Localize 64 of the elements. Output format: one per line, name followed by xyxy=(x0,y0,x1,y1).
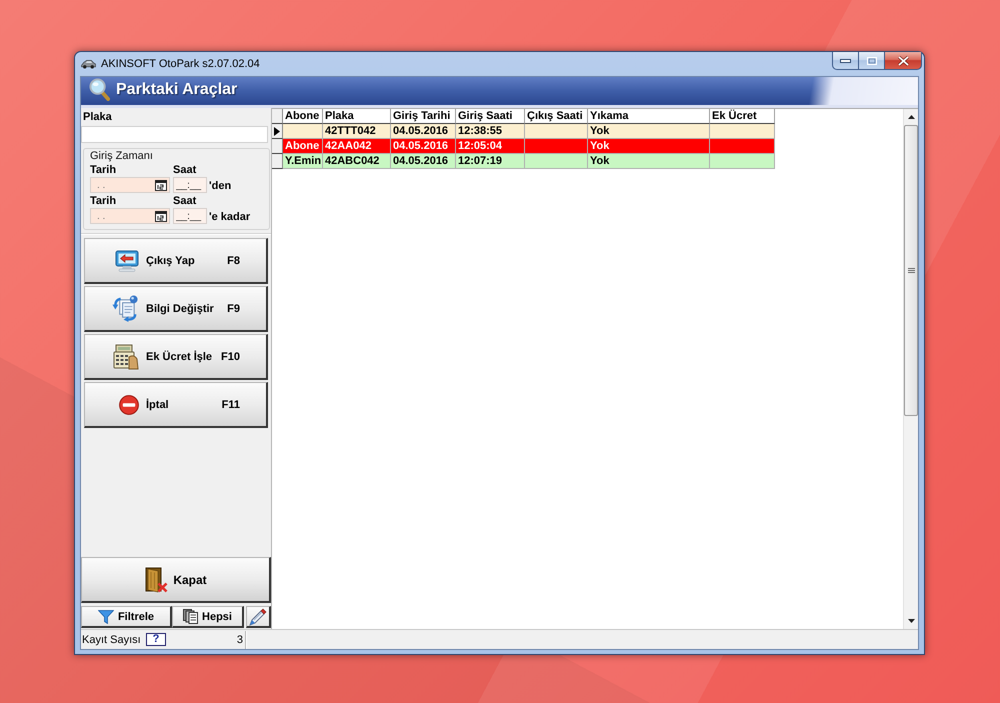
close-button[interactable] xyxy=(884,52,922,70)
toolbar-button[interactable]: Hepsi xyxy=(172,606,244,628)
column-header: Giriş Tarihi xyxy=(391,109,456,124)
grip-icon xyxy=(908,268,914,273)
column-header: Yıkama xyxy=(588,109,710,124)
row-pointer-icon xyxy=(274,126,280,136)
time-label: Saat xyxy=(173,164,196,177)
column-header: Ek Ücret xyxy=(710,109,775,124)
action-button[interactable]: İptal F11 xyxy=(84,382,268,428)
window-title: AKINSOFT OtoPark s2.07.02.04 xyxy=(101,58,260,70)
table-cell: 12:07:19 xyxy=(456,154,525,169)
pencil-button[interactable] xyxy=(246,606,271,628)
group-title: Giriş Zamanı xyxy=(90,150,153,163)
row-indicator[interactable] xyxy=(272,154,283,169)
date-label: Tarih xyxy=(90,164,116,177)
row-indicator[interactable] xyxy=(272,139,283,154)
table-row[interactable]: Y.Emin 42ABC042 04.05.2016 12:07:19 Yok xyxy=(283,154,775,169)
search-icon xyxy=(89,78,110,101)
maximize-button[interactable] xyxy=(858,52,884,70)
no-entry-icon xyxy=(119,394,139,414)
column-header: Çıkış Saati xyxy=(525,109,588,124)
table-cell: 42ABC042 xyxy=(323,154,391,169)
pages-icon xyxy=(183,609,198,624)
minimize-icon xyxy=(840,58,851,62)
scroll-down-icon xyxy=(908,619,914,623)
scrollbar-thumb[interactable] xyxy=(904,125,918,416)
range-suffix: 'e kadar xyxy=(209,211,250,224)
action-button[interactable]: Ek Ücret İşle F10 xyxy=(84,334,268,380)
plate-field[interactable] xyxy=(81,126,268,143)
car-icon xyxy=(81,59,96,69)
range-suffix: 'den xyxy=(209,180,232,193)
header-title: Parktaki Araçlar xyxy=(116,80,238,98)
table-cell: Y.Emin xyxy=(283,154,323,169)
time-field[interactable]: __:__ xyxy=(173,208,207,224)
calculator-icon xyxy=(113,344,139,370)
scroll-up-icon xyxy=(908,115,914,119)
toolbar-button[interactable]: Filtrele xyxy=(81,606,172,628)
time-field[interactable]: __:__ xyxy=(173,177,207,193)
monitor-arrow-icon xyxy=(115,250,139,272)
column-header: Abone xyxy=(283,109,323,124)
time-label: Saat xyxy=(173,195,196,208)
action-button[interactable]: Çıkış Yap F8 xyxy=(84,238,268,284)
record-count: 3 xyxy=(236,634,244,646)
action-button[interactable]: Bilgi Değiştir F9 xyxy=(84,286,268,332)
grid-corner-cell xyxy=(272,109,283,124)
help-button[interactable]: ? xyxy=(146,633,166,646)
date-label: Tarih xyxy=(90,195,116,208)
door-icon xyxy=(144,566,168,592)
filter-icon xyxy=(98,610,114,624)
column-header: Plaka xyxy=(323,109,391,124)
maximize-icon xyxy=(866,56,876,64)
minimize-button[interactable] xyxy=(832,52,858,70)
pencil-icon xyxy=(249,608,267,626)
table-row[interactable]: Abone 42AA042 04.05.2016 12:05:04 Yok xyxy=(283,139,775,154)
table-cell: Yok xyxy=(588,154,710,169)
close-icon xyxy=(898,56,908,66)
row-indicator[interactable] xyxy=(272,124,283,139)
record-count-label: Kayıt Sayısı xyxy=(81,634,142,646)
documents-arrows-icon xyxy=(112,295,139,322)
plate-label: Plaka xyxy=(83,110,112,124)
table-row[interactable]: 42TTT042 04.05.2016 12:38:55 Yok xyxy=(283,124,775,139)
column-header: Giriş Saati xyxy=(456,109,525,124)
close-panel-button[interactable]: Kapat xyxy=(81,557,271,603)
table-cell: 04.05.2016 xyxy=(391,154,456,169)
